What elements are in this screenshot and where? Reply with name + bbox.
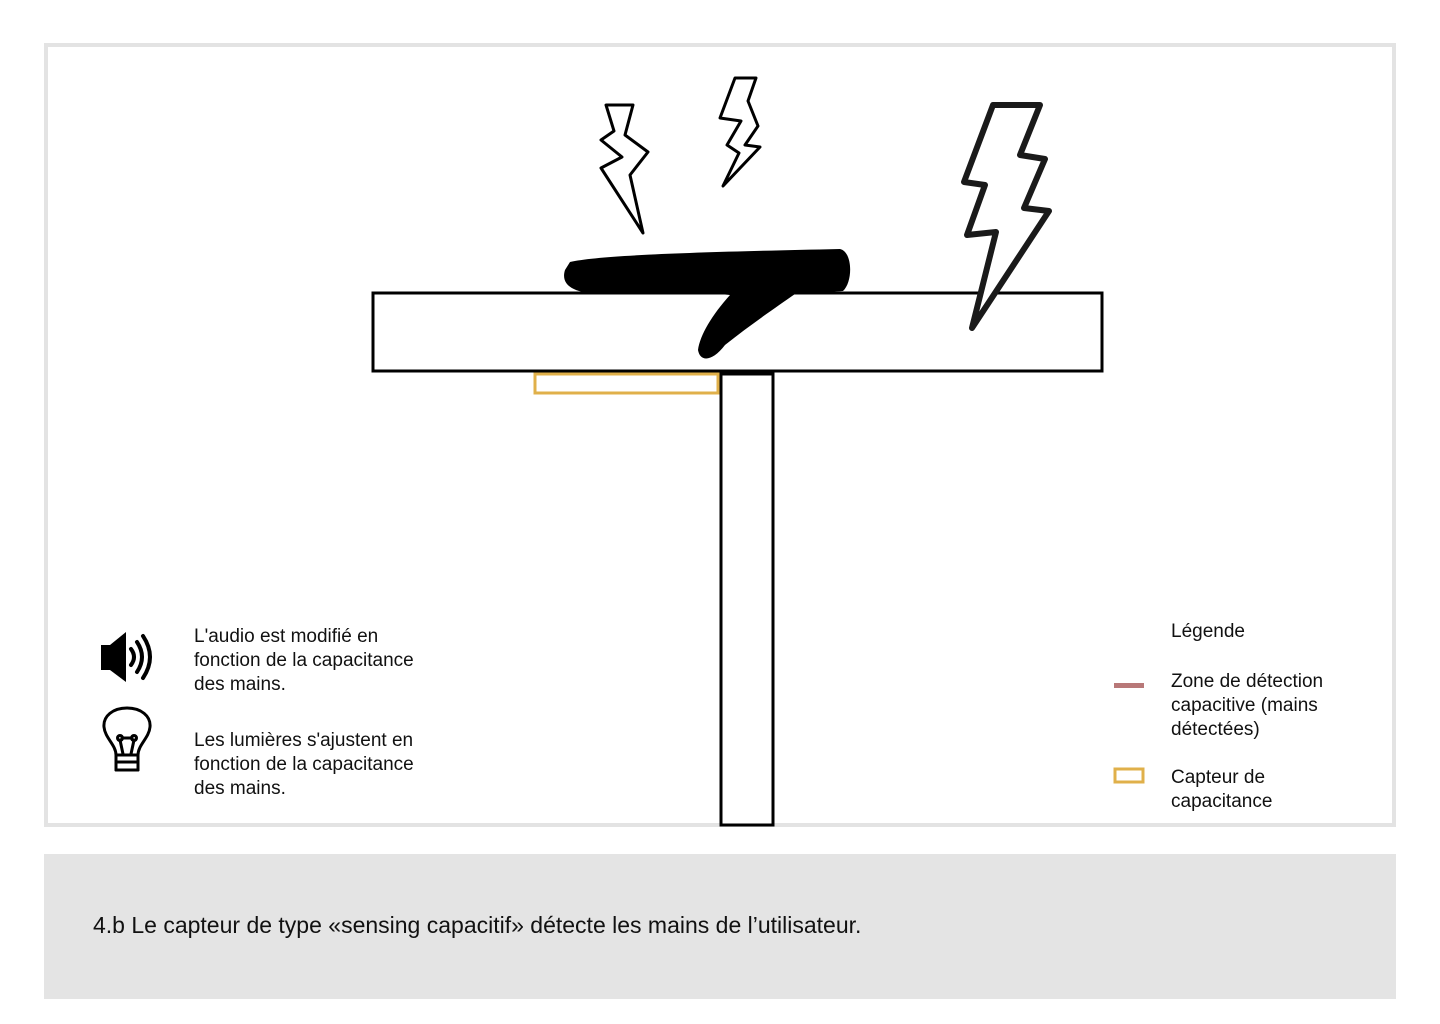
caption-text: 4.b Le capteur de type «sensing capaciti… [93,912,862,938]
table-leg [719,372,775,827]
capacitance-sensor [533,372,720,395]
lightbulb-icon [102,706,152,772]
legend-item-detection-zone: Zone de détection capacitive (mains déte… [1171,671,1324,740]
legend-title: Légende [1171,621,1245,642]
legend-item-sensor: Capteur de capacitance [1171,767,1273,812]
lights-description: Les lumières s'ajustent en fonction de l… [194,730,414,799]
audio-description: L'audio est modifié en fonction de la ca… [194,626,414,695]
lightning-icon [599,103,650,235]
caption-box: 4.b Le capteur de type «sensing capaciti… [44,854,1396,999]
detection-zone-swatch [1114,683,1144,688]
lightning-icon [718,76,762,188]
speaker-icon [101,632,152,682]
sensor-swatch [1113,767,1145,784]
